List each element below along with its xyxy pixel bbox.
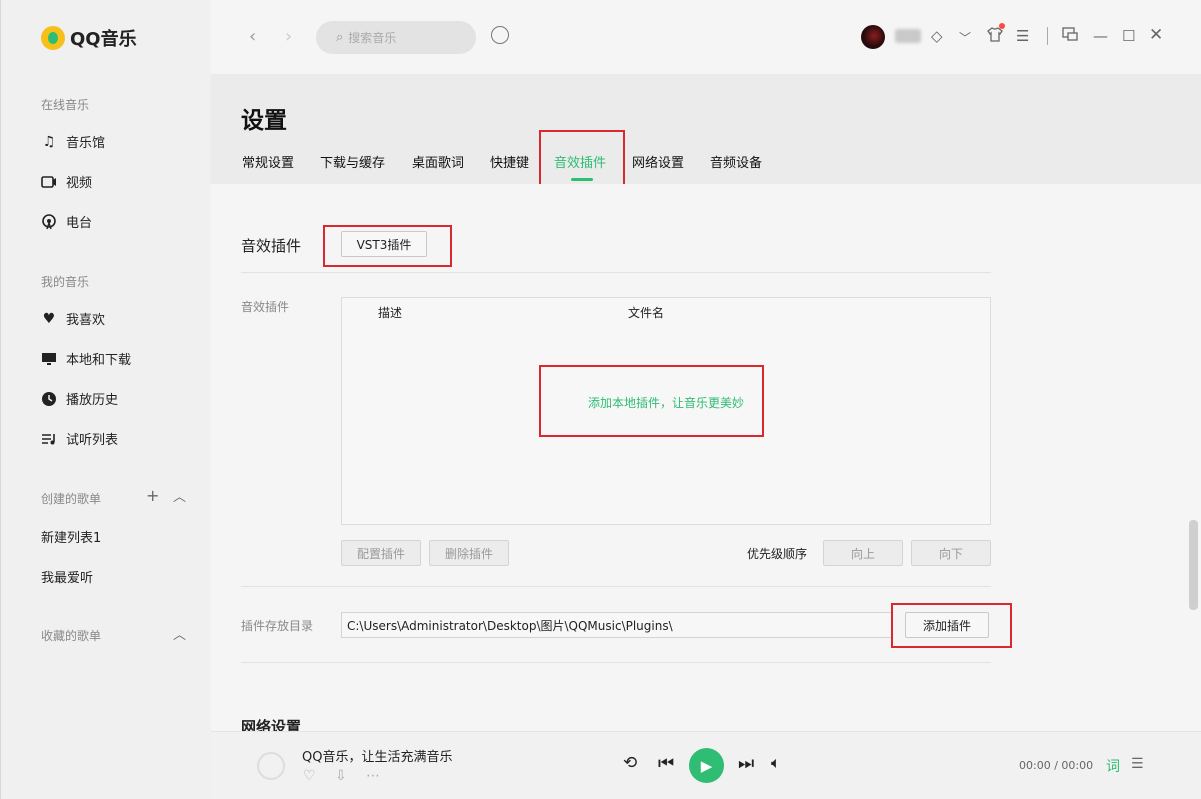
like-heart-icon[interactable]: ♡ xyxy=(303,768,316,784)
add-local-plugin-link[interactable]: 添加本地插件，让音乐更美妙 xyxy=(342,394,990,411)
plugin-list-label: 音效插件 xyxy=(241,300,290,314)
playback-time: 00:00 / 00:00 xyxy=(1019,759,1094,772)
section-title-online: 在线音乐 xyxy=(41,98,90,112)
sidebar-item-label: 试听列表 xyxy=(66,433,119,448)
tab-download-cache[interactable]: 下载与缓存 xyxy=(320,152,385,171)
play-button[interactable]: ▶ xyxy=(689,748,724,783)
tab-network[interactable]: 网络设置 xyxy=(632,152,684,171)
section-title-my-music: 我的音乐 xyxy=(41,275,90,289)
section-title-collected: 收藏的歌单 xyxy=(41,629,102,643)
app-logo[interactable]: QQ音乐 xyxy=(41,25,137,51)
plugin-dir-path-field[interactable]: C:\Users\Administrator\Desktop\图片\QQMusi… xyxy=(341,612,893,638)
move-down-button[interactable]: 向下 xyxy=(911,540,991,566)
song-title: QQ音乐，让生活充满音乐 xyxy=(302,750,453,765)
lyrics-button[interactable]: 词 xyxy=(1106,756,1120,776)
notification-dot xyxy=(999,23,1005,29)
sidebar-item-label: 视频 xyxy=(66,176,93,191)
section-title-created: 创建的歌单 xyxy=(41,492,102,506)
close-icon[interactable]: ✕ xyxy=(1149,25,1163,45)
sidebar-item-music-hall[interactable]: ♫ 音乐馆 xyxy=(41,132,106,152)
playlist-icon xyxy=(41,431,57,447)
sidebar-item-label: 音乐馆 xyxy=(66,136,106,151)
skin-shirt-icon[interactable] xyxy=(987,27,1003,46)
section-title-sound-plugins: 音效插件 xyxy=(241,237,302,255)
clock-icon xyxy=(41,391,57,407)
sidebar: QQ音乐 在线音乐 ♫ 音乐馆 视频 电台 我的音乐 ♥ 我喜欢 本地和下载 播… xyxy=(0,0,211,799)
previous-track-icon[interactable]: ⏮ xyxy=(658,753,674,774)
toolbar-divider xyxy=(1047,27,1048,45)
plugin-table[interactable]: 描述 文件名 添加本地插件，让音乐更美妙 xyxy=(341,297,991,525)
sidebar-item-label: 我喜欢 xyxy=(66,313,106,328)
search-icon: ⌕ xyxy=(336,30,344,45)
sidebar-item-label: 播放历史 xyxy=(66,393,119,408)
radio-icon xyxy=(41,213,57,230)
minimize-icon[interactable]: — xyxy=(1093,27,1108,45)
scrollbar-thumb[interactable] xyxy=(1189,520,1198,610)
maximize-icon[interactable]: ☐ xyxy=(1122,27,1135,45)
video-icon xyxy=(41,174,57,190)
tab-audio-device[interactable]: 音频设备 xyxy=(710,152,762,171)
settings-content: 音效插件 VST3插件 音效插件 描述 文件名 添加本地插件，让音乐更美妙 配置… xyxy=(211,184,1201,731)
volume-icon[interactable]: 🔈︎ xyxy=(771,753,781,773)
column-header-filename: 文件名 xyxy=(628,306,665,320)
add-plugin-button[interactable]: 添加插件 xyxy=(905,612,989,638)
active-tab-indicator xyxy=(571,178,593,181)
loop-mode-icon[interactable]: ⟲ xyxy=(623,753,637,773)
chevron-down-icon[interactable]: ﹀ xyxy=(959,29,971,46)
search-placeholder: 搜索音乐 xyxy=(348,31,397,45)
sidebar-item-video[interactable]: 视频 xyxy=(41,172,92,191)
vip-diamond-icon[interactable]: ◇ xyxy=(931,27,943,45)
column-header-description: 描述 xyxy=(378,306,403,320)
back-arrow-icon[interactable]: ‹ xyxy=(249,26,256,47)
priority-label: 优先级顺序 xyxy=(747,547,808,561)
album-cover-placeholder[interactable] xyxy=(257,752,285,780)
sidebar-item-label: 电台 xyxy=(66,216,93,231)
qq-music-logo-icon xyxy=(41,26,65,50)
monitor-icon xyxy=(41,351,57,367)
add-playlist-icon[interactable]: + xyxy=(146,486,159,505)
next-section-title-cut: 网络设置 xyxy=(241,718,302,731)
settings-header: 设置 常规设置 下载与缓存 桌面歌词 快捷键 音效插件 网络设置 音频设备 xyxy=(211,74,1201,188)
collapse-chevron-up-icon[interactable]: ︿ xyxy=(173,624,186,643)
sidebar-item-trial-list[interactable]: 试听列表 xyxy=(41,429,118,448)
delete-plugin-button[interactable]: 删除插件 xyxy=(429,540,509,566)
avatar[interactable] xyxy=(861,25,885,49)
playlist-item[interactable]: 我最爱听 xyxy=(41,567,93,586)
tab-shortcuts[interactable]: 快捷键 xyxy=(490,152,529,171)
tab-general[interactable]: 常规设置 xyxy=(242,152,294,171)
sidebar-item-local-download[interactable]: 本地和下载 xyxy=(41,349,131,368)
sidebar-item-favorites[interactable]: ♥ 我喜欢 xyxy=(41,309,106,329)
collapse-chevron-up-icon[interactable]: ︿ xyxy=(173,486,186,505)
sidebar-item-label: 本地和下载 xyxy=(66,353,132,368)
player-bar: QQ音乐，让生活充满音乐 ♡ ⇩ ⋯ ⟲ ⏮ ▶ ⏭ 🔈︎ 00:00 / 00… xyxy=(211,731,1201,799)
move-up-button[interactable]: 向上 xyxy=(823,540,903,566)
tab-sound-plugins[interactable]: 音效插件 xyxy=(554,152,606,171)
top-bar: ‹ › ⌕ 搜索音乐 ◇ ﹀ ☰ — ☐ ✕ xyxy=(211,0,1201,74)
config-plugin-button[interactable]: 配置插件 xyxy=(341,540,421,566)
playlist-queue-icon[interactable]: ☰ xyxy=(1131,756,1144,772)
username-blurred[interactable] xyxy=(895,29,921,43)
forward-arrow-icon[interactable]: › xyxy=(285,26,292,47)
next-track-icon[interactable]: ⏭ xyxy=(738,753,754,774)
download-icon[interactable]: ⇩ xyxy=(335,768,347,784)
divider xyxy=(241,586,991,587)
playlist-item[interactable]: 新建列表1 xyxy=(41,527,101,546)
app-logo-text: QQ音乐 xyxy=(70,29,137,50)
search-input[interactable]: ⌕ 搜索音乐 xyxy=(316,21,476,54)
divider xyxy=(241,272,991,273)
sidebar-item-radio[interactable]: 电台 xyxy=(41,212,92,231)
vst3-plugin-button[interactable]: VST3插件 xyxy=(341,231,427,257)
divider xyxy=(241,662,991,663)
voice-search-icon[interactable] xyxy=(491,26,509,44)
sidebar-item-history[interactable]: 播放历史 xyxy=(41,389,118,408)
music-note-icon: ♫ xyxy=(42,133,56,150)
plugin-dir-label: 插件存放目录 xyxy=(241,619,314,633)
menu-icon[interactable]: ☰ xyxy=(1016,27,1029,45)
page-title: 设置 xyxy=(241,108,287,134)
tab-desktop-lyrics[interactable]: 桌面歌词 xyxy=(412,152,464,171)
heart-icon: ♥ xyxy=(42,310,56,327)
mini-mode-icon[interactable] xyxy=(1062,27,1078,45)
more-options-icon[interactable]: ⋯ xyxy=(366,768,380,784)
